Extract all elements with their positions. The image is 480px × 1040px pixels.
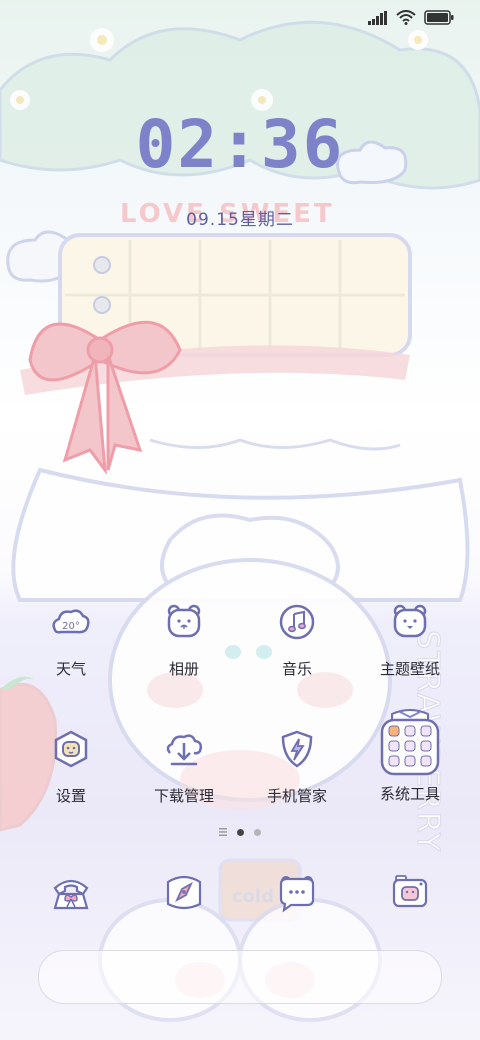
home-screen: LOVE SWEET cold 02:36 09.15星期二 20° 天气 相册… [0,0,480,1040]
battery-icon [424,10,454,25]
jar-folder-icon [376,708,444,778]
page-dot[interactable] [254,828,261,836]
weather-temperature: 20° [62,621,80,632]
app-label: 下载管理 [153,787,214,805]
page-dot-active[interactable] [237,828,244,836]
app-label: 主题壁纸 [379,660,440,678]
app-label: 音乐 [281,660,312,678]
app-gallery[interactable]: 相册 [124,600,244,679]
app-music[interactable]: 音乐 [237,600,357,679]
clock-time[interactable]: 02:36 [0,106,480,183]
music-note-icon [275,600,319,644]
dock-messages[interactable] [275,872,319,916]
bear-face-icon [388,600,432,644]
search-bar[interactable] [38,950,442,1004]
compass-icon [162,870,206,918]
dock-camera[interactable] [388,872,432,916]
cloud-download-icon [162,727,206,771]
shield-bolt-icon [275,727,319,771]
app-label: 系统工具 [379,785,440,803]
page-indicator[interactable] [0,828,480,836]
signal-icon [368,10,387,25]
camera-icon [388,870,432,918]
bear-hexagon-icon [49,727,93,771]
app-label: 天气 [55,660,86,678]
app-weather[interactable]: 20° 天气 [11,600,131,679]
bear-face-icon [162,600,206,644]
status-bar [368,10,454,25]
app-phone-manager[interactable]: 手机管家 [237,727,357,806]
chat-bear-icon [275,870,319,918]
app-system-tools-folder[interactable]: 系统工具 [350,708,470,804]
clock-date: 09.15星期二 [186,210,294,230]
wallpaper-cup-text: cold [232,886,274,907]
app-label: 设置 [55,787,86,805]
phone-icon [49,870,93,918]
dock-phone[interactable] [49,872,93,916]
app-label: 相册 [168,660,199,678]
weather-cloud-icon: 20° [49,600,93,644]
wifi-icon [396,10,416,25]
app-settings[interactable]: 设置 [11,727,131,806]
app-label: 手机管家 [266,787,327,805]
app-themes[interactable]: 主题壁纸 [350,600,470,679]
dock-browser[interactable] [162,872,206,916]
menu-lines-icon [219,828,227,836]
app-downloads[interactable]: 下载管理 [124,727,244,806]
